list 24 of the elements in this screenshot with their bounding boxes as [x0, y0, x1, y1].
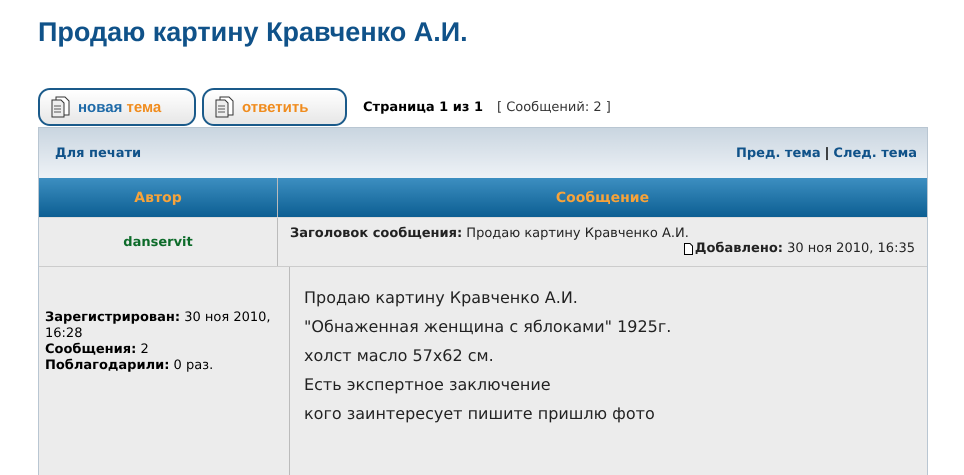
post-icon: [684, 242, 693, 254]
column-header: Сообщение: [554, 188, 650, 208]
profile-info: Сообщения: 2: [45, 342, 150, 358]
forum-button[interactable]: новая тема: [38, 88, 196, 126]
post-text: Продаю картину Кравченко А.И.: [304, 287, 579, 309]
column-header: Автор: [39, 178, 278, 217]
post-text: "Обнаженная женщина с яблоками" 1925г.: [304, 316, 672, 338]
post-date: Добавлено: 30 ноя 2010, 16:35: [694, 241, 915, 256]
post-text: Есть экспертное заключение: [304, 374, 552, 396]
document-icon: [50, 96, 70, 118]
print-link[interactable]: Для печати: [55, 146, 142, 160]
profile-info: Зарегистрирован: 30 ноя 2010, 16:28: [45, 310, 272, 342]
document-icon: [214, 96, 234, 118]
profile-info: Поблагодарили: 0 раз.: [45, 358, 214, 374]
post-subject: Заголовок сообщения: Продаю картину Кравченко А.И.: [290, 226, 690, 241]
post-text: кого заинтересует пишите пришлю фото: [304, 403, 656, 425]
prev-topic-link[interactable]: Пред. тема: [736, 146, 821, 160]
post-count: [ Сообщений: 2 ]: [496, 100, 611, 114]
post-text: холст масло 57x62 см.: [304, 345, 495, 367]
page-indicator: Страница 1 из 1: [363, 100, 483, 114]
separator: |: [824, 146, 830, 160]
next-topic-link[interactable]: След. тема: [833, 146, 917, 160]
author-name[interactable]: danservit: [123, 234, 193, 250]
topic-title: Продаю картину Кравченко А.И.: [38, 16, 469, 49]
